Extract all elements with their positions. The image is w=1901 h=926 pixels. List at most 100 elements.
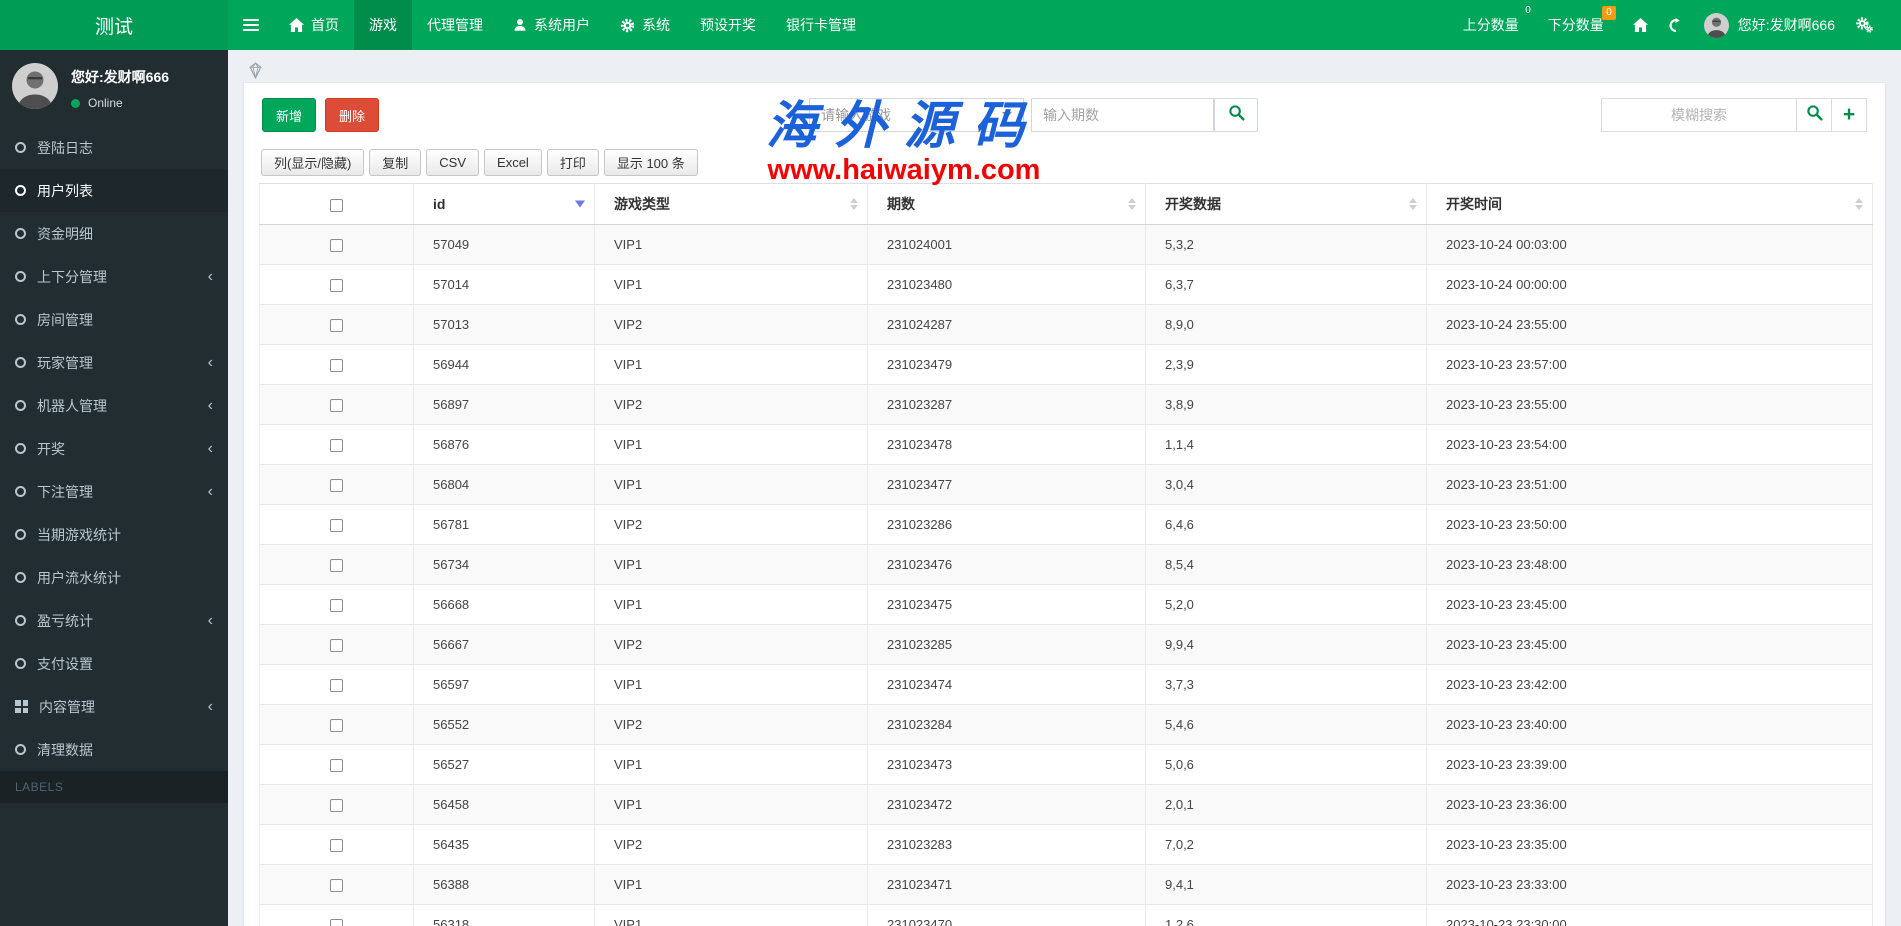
nav-item-代理管理[interactable]: 代理管理 <box>412 0 498 50</box>
nav-item-预设开奖[interactable]: 预设开奖 <box>685 0 771 50</box>
cell-draw-data: 3,8,9 <box>1145 384 1427 425</box>
delete-button[interactable]: 删除 <box>325 98 379 132</box>
export-button-Excel[interactable]: Excel <box>484 149 542 176</box>
cell-draw-time: 2023-10-23 23:33:00 <box>1426 864 1873 905</box>
column-header-开奖数据[interactable]: 开奖数据 <box>1145 183 1427 225</box>
fuzzy-search-button[interactable] <box>1796 98 1832 132</box>
sidebar-item-下注管理[interactable]: 下注管理 ‹ <box>0 470 228 513</box>
table-row: 56734 VIP1 231023476 8,5,4 2023-10-23 23:48:… <box>259 544 1873 585</box>
sidebar-item-开奖[interactable]: 开奖 ‹ <box>0 427 228 470</box>
game-select-placeholder: 请输入游戏 <box>821 107 891 123</box>
brand-logo[interactable]: 测试 <box>0 0 228 50</box>
row-checkbox[interactable] <box>330 679 343 693</box>
sidebar-item-盈亏统计[interactable]: 盈亏统计 ‹ <box>0 599 228 642</box>
nav-item-label: 预设开奖 <box>700 17 756 33</box>
cell-period: 231023478 <box>867 424 1146 465</box>
chevron-left-icon: ‹ <box>207 396 213 414</box>
select-all-checkbox[interactable] <box>330 198 343 212</box>
nav-item-系统[interactable]: 系统 <box>605 0 685 50</box>
row-checkbox[interactable] <box>330 799 343 813</box>
cell-game-type: VIP1 <box>594 424 868 465</box>
sidebar-item-用户列表[interactable]: 用户列表 <box>0 169 228 212</box>
row-checkbox[interactable] <box>330 839 343 853</box>
table-row: 56435 VIP2 231023283 7,0,2 2023-10-23 23:35:… <box>259 824 1873 865</box>
nav-item-首页[interactable]: 首页 <box>274 0 354 50</box>
row-checkbox[interactable] <box>330 879 343 893</box>
circle-icon <box>15 185 26 196</box>
sidebar-menu: 登陆日志 用户列表 资金明细 上下分管理 ‹ 房间管理 玩家管理 ‹ 机器人管理 ‹ 开奖 ‹ 下注管理… <box>0 126 228 771</box>
sidebar-item-label: 用户列表 <box>37 182 93 199</box>
nav-item-游戏[interactable]: 游戏 <box>354 0 412 50</box>
row-checkbox[interactable] <box>330 919 343 926</box>
nav-item-系统用户[interactable]: 系统用户 <box>498 0 605 50</box>
cell-draw-time: 2023-10-24 00:00:00 <box>1426 264 1873 305</box>
cell-period: 231023471 <box>867 864 1146 905</box>
row-checkbox[interactable] <box>330 319 343 333</box>
sidebar-item-label: 玩家管理 <box>37 354 93 371</box>
row-checkbox[interactable] <box>330 639 343 653</box>
period-input[interactable] <box>1031 98 1214 132</box>
export-button-显示 100 条[interactable]: 显示 100 条 <box>603 149 698 176</box>
search-button[interactable] <box>1214 98 1258 132</box>
export-button-复制[interactable]: 复制 <box>369 149 422 176</box>
circle-icon <box>15 572 26 583</box>
nav-item-银行卡管理[interactable]: 银行卡管理 <box>771 0 871 50</box>
row-checkbox[interactable] <box>330 359 343 373</box>
add-button[interactable]: 新增 <box>262 98 316 132</box>
row-checkbox[interactable] <box>330 599 343 613</box>
row-checkbox[interactable] <box>330 239 343 253</box>
add-column-button[interactable]: + <box>1831 98 1867 132</box>
home-icon[interactable] <box>1632 18 1648 32</box>
sidebar-item-内容管理[interactable]: 内容管理 ‹ <box>0 685 228 728</box>
sidebar-item-支付设置[interactable]: 支付设置 <box>0 642 228 685</box>
cell-game-type: VIP2 <box>594 504 868 545</box>
column-header-期数[interactable]: 期数 <box>867 183 1146 225</box>
row-checkbox-cell <box>259 384 414 425</box>
cell-period: 231023286 <box>867 504 1146 545</box>
sidebar-item-label: 资金明细 <box>37 225 93 242</box>
sidebar-item-label: 盈亏统计 <box>37 612 93 629</box>
sidebar-item-玩家管理[interactable]: 玩家管理 ‹ <box>0 341 228 384</box>
score-down-button[interactable]: 下分数量 0 <box>1548 6 1616 35</box>
breadcrumb-gem-icon[interactable] <box>247 62 264 84</box>
settings-cogs-icon[interactable] <box>1855 17 1873 33</box>
sidebar-item-机器人管理[interactable]: 机器人管理 ‹ <box>0 384 228 427</box>
row-checkbox[interactable] <box>330 719 343 733</box>
row-checkbox[interactable] <box>330 439 343 453</box>
cell-id: 57013 <box>413 304 595 345</box>
sidebar-item-房间管理[interactable]: 房间管理 <box>0 298 228 341</box>
cell-period: 231023283 <box>867 824 1146 865</box>
cell-id: 56318 <box>413 904 595 926</box>
sidebar-item-用户流水统计[interactable]: 用户流水统计 <box>0 556 228 599</box>
row-checkbox[interactable] <box>330 279 343 293</box>
column-header-id[interactable]: id <box>413 183 595 225</box>
column-header-开奖时间[interactable]: 开奖时间 <box>1426 183 1873 225</box>
navbar-user-menu[interactable]: 您好:发财啊666 <box>1703 12 1835 38</box>
row-checkbox[interactable] <box>330 759 343 773</box>
circle-icon <box>15 400 26 411</box>
circle-icon <box>15 443 26 454</box>
cell-period: 231023476 <box>867 544 1146 585</box>
export-button-CSV[interactable]: CSV <box>426 149 480 176</box>
game-select[interactable]: 请输入游戏 <box>809 98 1024 132</box>
cell-game-type: VIP1 <box>594 264 868 305</box>
sidebar-item-当期游戏统计[interactable]: 当期游戏统计 <box>0 513 228 556</box>
cell-period: 231023284 <box>867 704 1146 745</box>
column-header-游戏类型[interactable]: 游戏类型 <box>594 183 868 225</box>
refresh-icon[interactable] <box>1668 17 1684 33</box>
row-checkbox[interactable] <box>330 479 343 493</box>
row-checkbox-cell <box>259 504 414 545</box>
sidebar-item-清理数据[interactable]: 清理数据 <box>0 728 228 771</box>
export-button-打印[interactable]: 打印 <box>546 149 599 176</box>
row-checkbox[interactable] <box>330 519 343 533</box>
sidebar-item-登陆日志[interactable]: 登陆日志 <box>0 126 228 169</box>
row-checkbox[interactable] <box>330 559 343 573</box>
sidebar-item-资金明细[interactable]: 资金明细 <box>0 212 228 255</box>
row-checkbox[interactable] <box>330 399 343 413</box>
sidebar-item-上下分管理[interactable]: 上下分管理 ‹ <box>0 255 228 298</box>
fuzzy-search-input[interactable] <box>1601 98 1797 132</box>
score-down-badge: 0 <box>1602 6 1616 20</box>
export-button-列(显示/隐藏)[interactable]: 列(显示/隐藏) <box>261 149 365 176</box>
hamburger-menu-icon[interactable] <box>228 0 274 50</box>
score-up-button[interactable]: 上分数量 0 <box>1463 6 1531 35</box>
